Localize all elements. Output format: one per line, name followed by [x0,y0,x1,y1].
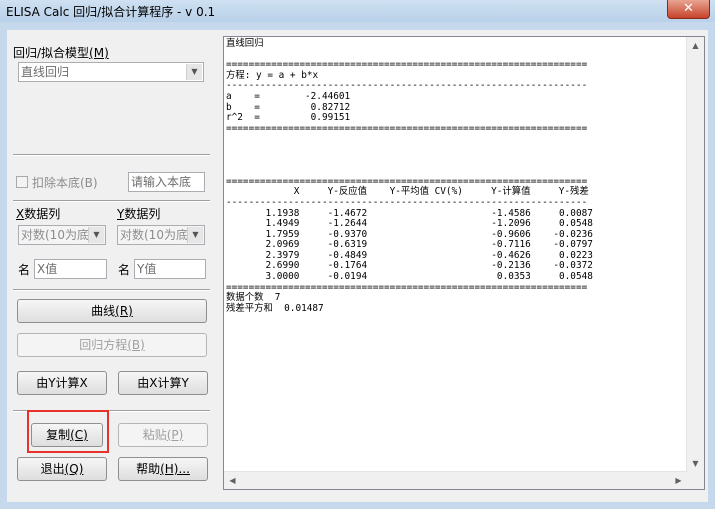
close-icon: ✕ [683,1,694,16]
app-window: ELISA Calc 回归/拟合计算程序 - v 0.1 ✕ 回归/拟合模型(M… [0,0,715,509]
background-input[interactable]: 请输入本底 [128,172,205,192]
scroll-down-icon[interactable]: ▼ [687,455,704,472]
results-text: 直线回归 ===================================… [226,38,593,314]
calc-y-from-x-button[interactable]: 由X计算Y [118,371,208,395]
client-area: 回归/拟合模型(M) 直线回归 ▼ 扣除本底(B) 请输入本底 X数据列 Y数据… [7,30,708,502]
x-transform-select[interactable]: 对数(10为底 ▼ [18,225,106,245]
window-title: ELISA Calc 回归/拟合计算程序 - v 0.1 [6,5,216,19]
subtract-bg-checkbox[interactable] [16,176,28,188]
close-button[interactable]: ✕ [667,0,710,19]
title-bar[interactable]: ELISA Calc 回归/拟合计算程序 - v 0.1 ✕ [0,0,715,22]
scroll-up-icon[interactable]: ▲ [687,37,704,54]
paste-button[interactable]: 粘贴(P) [118,423,208,447]
calc-x-from-y-button[interactable]: 由Y计算X [17,371,107,395]
results-output[interactable]: 直线回归 ===================================… [223,36,705,490]
subtract-bg-label: 扣除本底(B) [32,176,98,190]
model-select[interactable]: 直线回归 ▼ [18,62,204,82]
curve-button[interactable]: 曲线(R) [17,299,207,323]
y-name-input[interactable]: Y值 [134,259,206,279]
exit-button[interactable]: 退出(Q) [17,457,107,481]
scrollbar-corner [687,472,704,489]
chevron-down-icon[interactable]: ▼ [88,227,104,243]
window-frame-top [0,22,715,30]
y-transform-value: 对数(10为底 [120,228,188,242]
help-button[interactable]: 帮助(H)... [118,457,208,481]
y-column-label: Y数据列 [117,207,161,221]
y-transform-select[interactable]: 对数(10为底 ▼ [117,225,205,245]
highlight-box [27,410,109,453]
window-frame-left [0,30,7,509]
model-label: 回归/拟合模型(M) [13,46,109,60]
chevron-down-icon[interactable]: ▼ [187,227,203,243]
x-name-input[interactable]: X值 [34,259,107,279]
scroll-right-icon[interactable]: ▶ [670,472,687,489]
chevron-down-icon[interactable]: ▼ [186,64,202,80]
separator [13,289,210,291]
window-frame-right [708,30,715,509]
x-name-label: 名 [18,263,31,277]
horizontal-scrollbar[interactable]: ◀ ▶ [224,471,687,489]
x-transform-value: 对数(10为底 [21,228,89,242]
x-column-label: X数据列 [16,207,61,221]
separator [13,200,210,202]
model-select-value: 直线回归 [21,65,70,79]
separator [13,154,210,156]
vertical-scrollbar[interactable]: ▲ ▼ [686,37,704,472]
window-frame-bottom [0,502,715,509]
y-name-label: 名 [118,263,131,277]
scroll-left-icon[interactable]: ◀ [224,472,241,489]
regression-equation-button[interactable]: 回归方程(B) [17,333,207,357]
